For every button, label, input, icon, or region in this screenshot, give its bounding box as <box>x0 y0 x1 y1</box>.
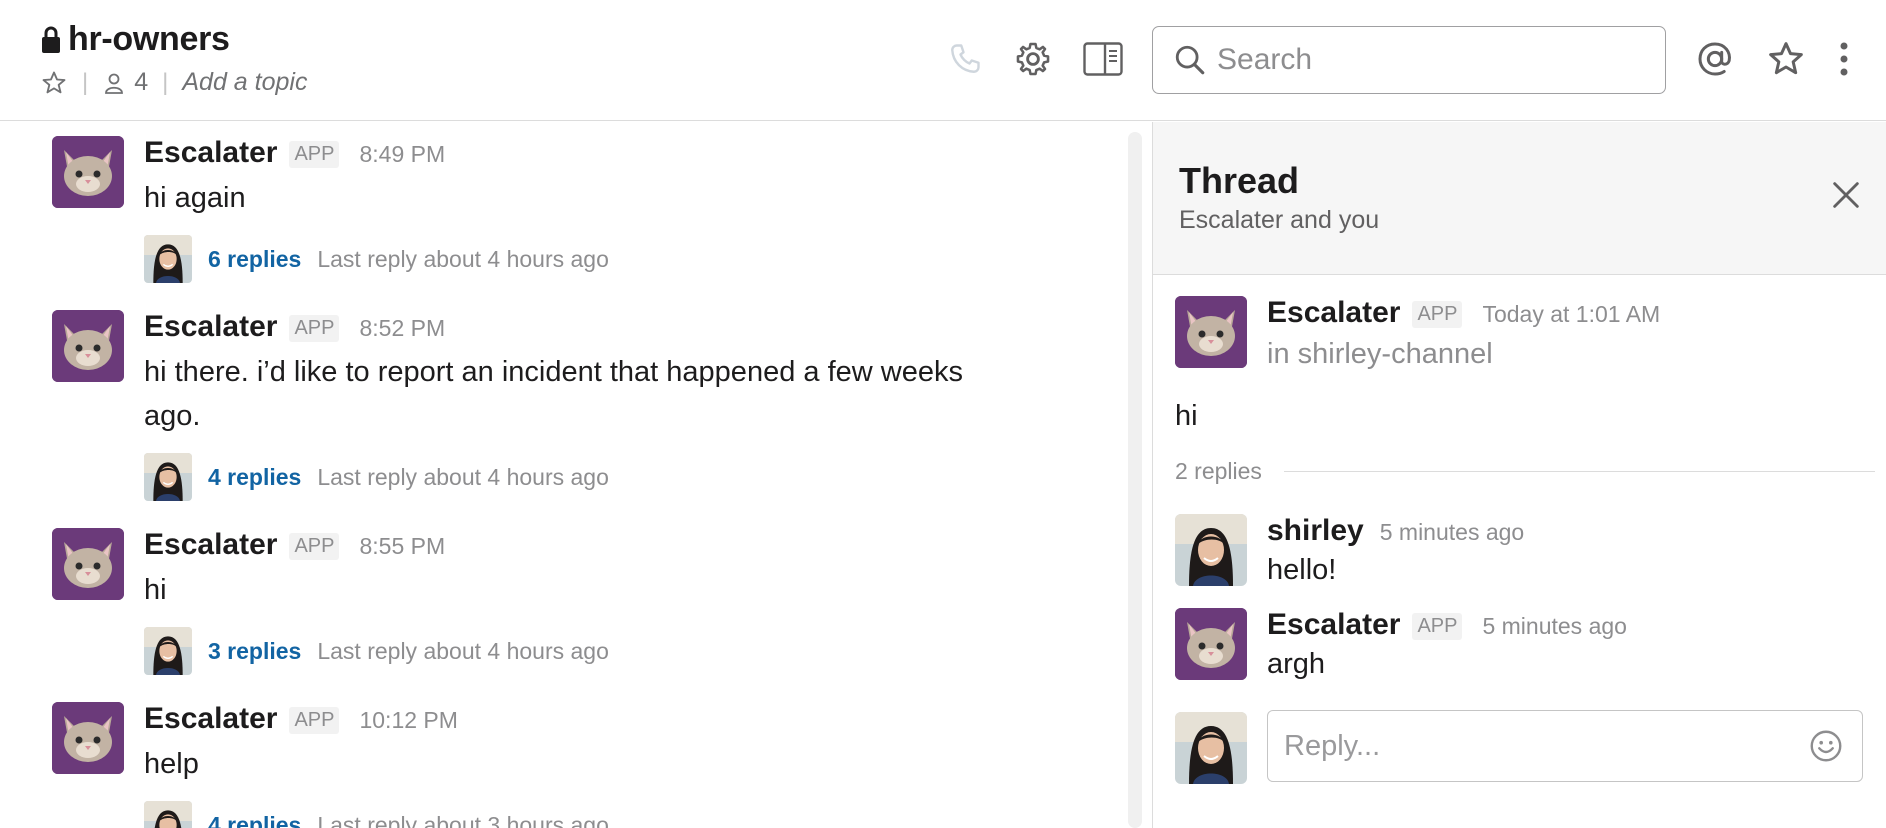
thread-summary[interactable]: 4 replies Last reply about 3 hours ago <box>144 800 1044 828</box>
app-badge: APP <box>289 707 340 734</box>
replier-avatar <box>144 235 192 283</box>
star-icon[interactable] <box>40 69 68 97</box>
app-badge: APP <box>1412 301 1463 328</box>
thread-title: Thread <box>1179 160 1300 201</box>
thread-parent-text: hi <box>1175 400 1198 432</box>
message-timestamp[interactable]: 5 minutes ago <box>1482 613 1626 640</box>
channel-name: hr-owners <box>68 20 230 58</box>
message-timestamp[interactable]: 8:49 PM <box>359 141 445 168</box>
reply-placeholder: Reply... <box>1284 729 1381 762</box>
reply-count-link[interactable]: 4 replies <box>208 464 301 491</box>
current-user-avatar <box>1175 712 1247 784</box>
search-icon <box>1175 45 1205 75</box>
message-author[interactable]: Escalater <box>144 702 277 736</box>
last-reply-text: Last reply about 4 hours ago <box>317 463 609 490</box>
call-icon[interactable] <box>944 38 986 80</box>
lock-icon <box>42 26 60 53</box>
message-author[interactable]: Escalater <box>144 528 277 562</box>
search-input[interactable]: Search <box>1152 26 1666 94</box>
escalater-avatar[interactable] <box>52 310 124 382</box>
channel-title[interactable]: hr-owners <box>40 20 230 59</box>
divider <box>1283 471 1875 472</box>
more-menu-icon[interactable] <box>1823 38 1865 80</box>
message-text: argh <box>1267 648 1326 680</box>
replier-avatar <box>144 627 192 675</box>
details-pane-icon[interactable] <box>1082 38 1124 80</box>
thread-summary[interactable]: 6 replies Last reply about 4 hours ago <box>144 234 1044 284</box>
channel-meta: | 4 | Add a topic <box>40 68 307 97</box>
escalater-avatar[interactable] <box>52 136 124 208</box>
message-timestamp[interactable]: 10:12 PM <box>359 707 457 734</box>
member-icon[interactable] <box>102 71 126 95</box>
escalater-avatar[interactable] <box>1175 296 1247 368</box>
message-author[interactable]: Escalater <box>1267 296 1400 330</box>
last-reply-text: Last reply about 3 hours ago <box>317 811 609 828</box>
thread-summary[interactable]: 4 replies Last reply about 4 hours ago <box>144 452 1044 502</box>
gear-icon[interactable] <box>1012 38 1054 80</box>
escalater-avatar[interactable] <box>52 528 124 600</box>
message-author[interactable]: Escalater <box>1267 608 1400 642</box>
reply-count-link[interactable]: 3 replies <box>208 638 301 665</box>
last-reply-text: Last reply about 4 hours ago <box>317 637 609 664</box>
thread-pane: Thread Escalater and you Escalater APP T… <box>1152 122 1886 828</box>
escalater-avatar[interactable] <box>1175 608 1247 680</box>
channel-header: hr-owners | 4 | Add a topic Search <box>0 0 1886 121</box>
member-count[interactable]: 4 <box>134 68 148 97</box>
message-timestamp[interactable]: 8:52 PM <box>359 315 445 342</box>
search-placeholder: Search <box>1217 43 1313 76</box>
message-text: hi <box>144 574 167 606</box>
app-badge: APP <box>1412 613 1463 640</box>
message-timestamp[interactable]: 5 minutes ago <box>1380 519 1524 546</box>
replier-avatar <box>144 453 192 501</box>
replies-divider: 2 replies <box>1175 458 1875 485</box>
divider: | <box>82 68 89 96</box>
message-text: hi there. i’d like to report an incident… <box>144 356 963 432</box>
message-text: hi again <box>144 182 246 214</box>
thread-subtitle: Escalater and you <box>1179 206 1380 234</box>
message-timestamp[interactable]: 8:55 PM <box>359 533 445 560</box>
message-timestamp[interactable]: Today at 1:01 AM <box>1482 301 1660 328</box>
app-badge: APP <box>289 141 340 168</box>
replier-avatar <box>144 801 192 828</box>
message-list: Escalater APP 8:49 PM hi again 6 replies… <box>0 122 1128 828</box>
app-badge: APP <box>289 315 340 342</box>
starred-items-icon[interactable] <box>1765 38 1807 80</box>
shirley-avatar[interactable] <box>1175 514 1247 586</box>
reply-count-link[interactable]: 6 replies <box>208 246 301 273</box>
reply-count-link[interactable]: 4 replies <box>208 812 301 828</box>
thread-header: Thread Escalater and you <box>1153 122 1886 275</box>
thread-summary[interactable]: 3 replies Last reply about 4 hours ago <box>144 626 1044 676</box>
mentions-icon[interactable] <box>1694 38 1736 80</box>
escalater-avatar[interactable] <box>52 702 124 774</box>
reply-input[interactable]: Reply... <box>1267 710 1863 782</box>
replies-count-label: 2 replies <box>1175 458 1262 484</box>
message-scrollbar[interactable] <box>1128 132 1142 828</box>
emoji-icon[interactable] <box>1808 728 1844 764</box>
message-author[interactable]: Escalater <box>144 136 277 170</box>
message-author[interactable]: Escalater <box>144 310 277 344</box>
message-author[interactable]: shirley <box>1267 514 1364 548</box>
add-topic-link[interactable]: Add a topic <box>182 68 307 97</box>
source-channel-link[interactable]: in shirley-channel <box>1267 338 1867 371</box>
message-text: help <box>144 748 199 780</box>
last-reply-text: Last reply about 4 hours ago <box>317 245 609 272</box>
close-icon[interactable] <box>1829 178 1863 212</box>
divider: | <box>162 68 169 96</box>
message-text: hello! <box>1267 554 1337 586</box>
app-badge: APP <box>289 533 340 560</box>
